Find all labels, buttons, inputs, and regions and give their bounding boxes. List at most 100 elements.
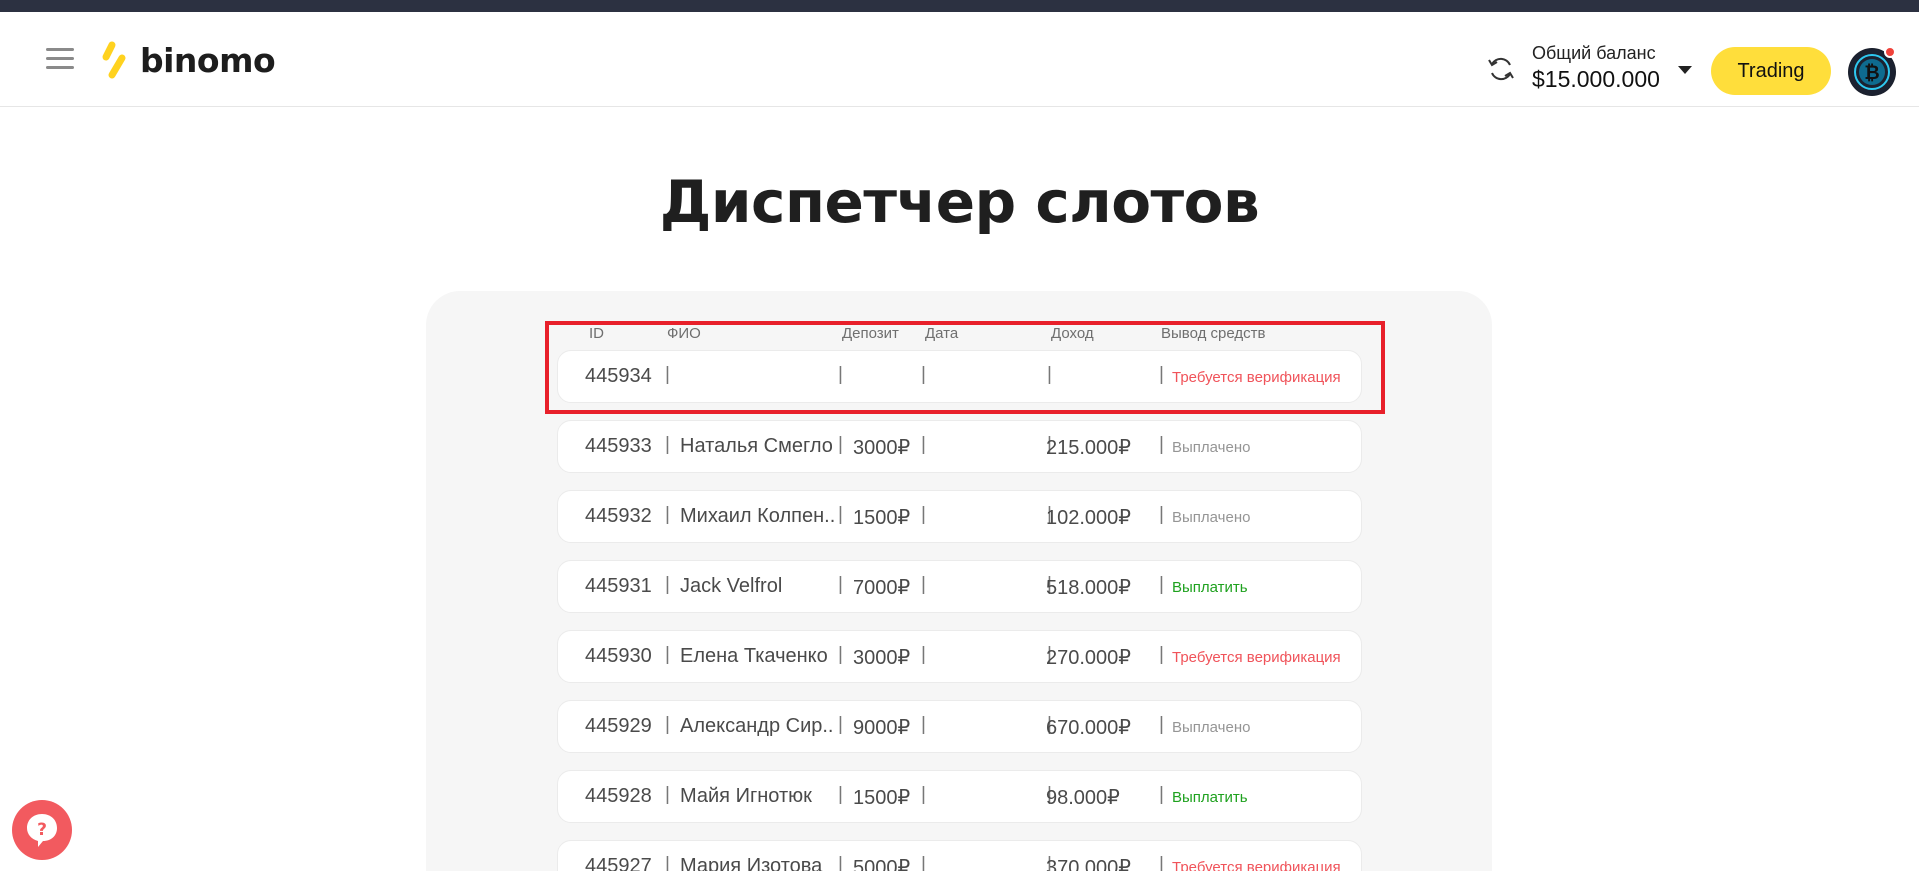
column-header-withdrawal: Вывод средств: [1161, 325, 1266, 342]
column-separator: |: [921, 364, 926, 385]
column-separator: |: [665, 504, 670, 525]
balance-label: Общий баланс: [1532, 43, 1656, 63]
table-row[interactable]: | | | | | 445928 Майя Игнотюк 1500₽ 98.000₽ Выпла…: [557, 770, 1362, 823]
table-row[interactable]: | | | | | 445927 Мария Изотова 5000₽ 370.000₽ Тре…: [557, 840, 1362, 871]
column-separator: |: [838, 854, 843, 871]
column-header-id: ID: [589, 325, 604, 342]
row-status[interactable]: Выплатить: [1172, 579, 1248, 596]
row-id: 445929: [585, 715, 652, 737]
column-separator: |: [1159, 714, 1164, 735]
row-deposit: 3000₽: [853, 437, 911, 459]
row-deposit: 1500₽: [853, 507, 911, 529]
trading-button[interactable]: Trading: [1711, 47, 1831, 95]
row-deposit: 9000₽: [853, 717, 911, 739]
row-name: Jack Velfrol: [680, 575, 783, 597]
row-name: Мария Изотова: [680, 855, 823, 871]
row-income: 102.000₽: [1046, 507, 1132, 529]
row-income: 98.000₽: [1046, 787, 1120, 809]
column-separator: |: [665, 644, 670, 665]
column-separator: |: [665, 434, 670, 455]
column-header-deposit: Депозит: [842, 325, 899, 342]
column-header-income: Доход: [1051, 325, 1094, 342]
column-separator: |: [665, 784, 670, 805]
column-separator: |: [921, 854, 926, 871]
row-id: 445933: [585, 435, 652, 457]
logo-text: binomo: [140, 40, 276, 80]
column-separator: |: [1047, 364, 1052, 385]
row-status[interactable]: Требуется верификация: [1172, 859, 1341, 871]
table-row[interactable]: | | | | | 445930 Елена Ткаченко 3000₽ 270.000₽ Тр…: [557, 630, 1362, 683]
row-income: 215.000₽: [1046, 437, 1132, 459]
row-status: Выплачено: [1172, 719, 1251, 736]
column-separator: |: [921, 504, 926, 525]
column-separator: |: [1159, 854, 1164, 871]
column-separator: |: [838, 644, 843, 665]
column-separator: |: [838, 504, 843, 525]
column-separator: |: [921, 644, 926, 665]
column-separator: |: [838, 574, 843, 595]
column-separator: |: [665, 574, 670, 595]
table-header: ID ФИО Депозит Дата Доход Вывод средств: [0, 325, 1919, 347]
notification-dot: [1884, 46, 1896, 58]
svg-text:₿: ₿: [1864, 62, 1879, 84]
column-separator: |: [665, 854, 670, 871]
column-separator: |: [1159, 364, 1164, 385]
row-status: Выплачено: [1172, 439, 1251, 456]
row-name: Михаил Колпен..: [680, 505, 836, 527]
column-separator: |: [838, 784, 843, 805]
column-header-date: Дата: [925, 325, 959, 342]
column-separator: |: [1159, 504, 1164, 525]
column-separator: |: [1159, 574, 1164, 595]
column-separator: |: [921, 434, 926, 455]
row-income: 518.000₽: [1046, 577, 1132, 599]
refresh-icon[interactable]: [1486, 54, 1516, 84]
row-status[interactable]: Требуется верификация: [1172, 369, 1341, 386]
row-status[interactable]: Выплатить: [1172, 789, 1248, 806]
row-income: 670.000₽: [1046, 717, 1132, 739]
column-separator: |: [665, 364, 670, 385]
column-separator: |: [838, 364, 843, 385]
balance-value: $15.000.000: [1532, 66, 1660, 92]
column-separator: |: [838, 434, 843, 455]
row-deposit: 1500₽: [853, 787, 911, 809]
row-name: Елена Ткаченко: [680, 645, 828, 667]
logo-mark-icon: [102, 41, 126, 79]
svg-text:?: ?: [37, 820, 47, 840]
row-status[interactable]: Требуется верификация: [1172, 649, 1341, 666]
column-separator: |: [921, 714, 926, 735]
row-deposit: 3000₽: [853, 647, 911, 669]
row-id: 445931: [585, 575, 652, 597]
avatar[interactable]: ₿: [1848, 46, 1896, 96]
column-separator: |: [921, 574, 926, 595]
row-name: Александр Сир..: [680, 715, 834, 737]
row-id: 445930: [585, 645, 652, 667]
row-deposit: 5000₽: [853, 857, 911, 871]
table-row[interactable]: | | | | | 445934 Требуется верификация: [557, 350, 1362, 403]
table-row[interactable]: | | | | | 445929 Александр Сир.. 9000₽ 670.000₽ В…: [557, 700, 1362, 753]
row-status: Выплачено: [1172, 509, 1251, 526]
row-id: 445927: [585, 855, 652, 871]
page-title: Диспетчер слотов: [659, 168, 1260, 236]
balance-selector[interactable]: Общий баланс $15.000.000: [1532, 42, 1660, 94]
header: binomo Общий баланс $15.000.000 Trading …: [0, 12, 1919, 107]
table-row[interactable]: | | | | | 445931 Jack Velfrol 7000₽ 518.000₽ Выпл…: [557, 560, 1362, 613]
caret-down-icon[interactable]: [1678, 66, 1692, 75]
row-name: Наталья Смегло: [680, 435, 833, 457]
column-separator: |: [1159, 434, 1164, 455]
column-separator: |: [921, 784, 926, 805]
binomo-logo[interactable]: binomo: [100, 40, 276, 80]
row-deposit: 7000₽: [853, 577, 911, 599]
row-income: 270.000₽: [1046, 647, 1132, 669]
table-row[interactable]: | | | | | 445933 Наталья Смегло 3000₽ 215.000₽ Вы…: [557, 420, 1362, 473]
column-separator: |: [665, 714, 670, 735]
menu-icon[interactable]: [46, 44, 74, 72]
column-separator: |: [838, 714, 843, 735]
row-id: 445928: [585, 785, 652, 807]
row-name: Майя Игнотюк: [680, 785, 812, 807]
table-row[interactable]: | | | | | 445932 Михаил Колпен.. 1500₽ 102.000₽ В…: [557, 490, 1362, 543]
row-id: 445934: [585, 365, 652, 387]
column-header-name: ФИО: [667, 325, 701, 342]
help-button[interactable]: ?: [12, 800, 72, 860]
top-strip: [0, 0, 1919, 12]
row-id: 445932: [585, 505, 652, 527]
